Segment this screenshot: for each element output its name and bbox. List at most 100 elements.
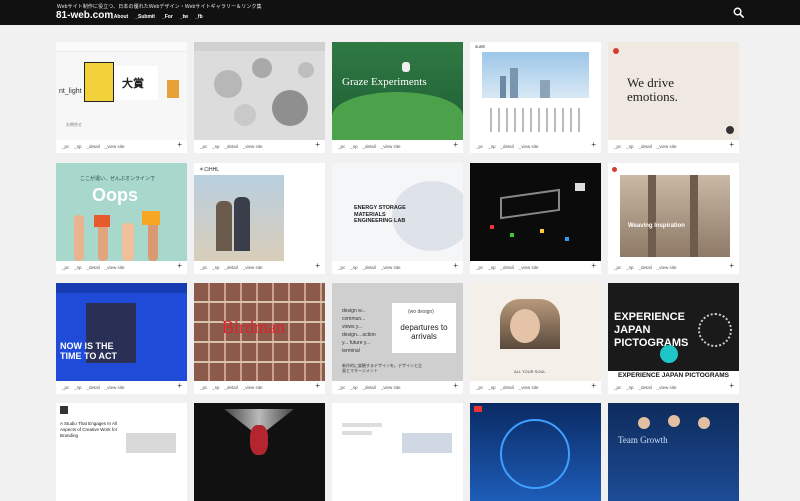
view-site-link[interactable]: _view site <box>657 385 677 390</box>
add-button[interactable]: + <box>177 382 182 390</box>
nav-submit[interactable]: _Submit <box>135 14 155 20</box>
detail-link[interactable]: _detail <box>639 265 652 270</box>
sp-link[interactable]: _sp <box>626 144 633 149</box>
add-button[interactable]: + <box>177 262 182 270</box>
pc-link[interactable]: _pc <box>614 265 621 270</box>
site-card[interactable]: ALL YOUR SOUL _pc _sp _detail _view site… <box>470 283 601 394</box>
sp-link[interactable]: _sp <box>350 265 357 270</box>
pc-link[interactable]: _pc <box>476 265 483 270</box>
view-site-link[interactable]: _view site <box>243 265 263 270</box>
site-card[interactable]: _pc _sp _detail _view site + <box>194 42 325 153</box>
site-card[interactable]: EXPERIENCE JAPAN PICTOGRAMS EXPERIENCE J… <box>608 283 739 394</box>
site-card[interactable]: Birdman _pc _sp _detail _view site + <box>194 283 325 394</box>
detail-link[interactable]: _detail <box>225 385 238 390</box>
site-thumbnail[interactable] <box>470 403 601 501</box>
site-card[interactable]: design w... commun... views y... design.… <box>332 283 463 394</box>
nav-twitter[interactable]: _tw <box>180 14 188 20</box>
detail-link[interactable]: _detail <box>87 144 100 149</box>
detail-link[interactable]: _detail <box>639 144 652 149</box>
view-site-link[interactable]: _view site <box>105 385 125 390</box>
add-button[interactable]: + <box>177 141 182 149</box>
site-card[interactable]: We drive emotions. _pc _sp _detail _view… <box>608 42 739 153</box>
add-button[interactable]: + <box>453 382 458 390</box>
pc-link[interactable]: _pc <box>476 144 483 149</box>
view-site-link[interactable]: _view site <box>657 144 677 149</box>
site-thumbnail[interactable]: Graze Experiments <box>332 42 463 140</box>
detail-link[interactable]: _detail <box>225 144 238 149</box>
site-card[interactable]: nt_light 大賞 お問合せ _pc _sp _detail _view s… <box>56 42 187 153</box>
pc-link[interactable]: _pc <box>62 144 69 149</box>
add-button[interactable]: + <box>591 141 596 149</box>
add-button[interactable]: + <box>729 262 734 270</box>
sp-link[interactable]: _sp <box>74 385 81 390</box>
site-logo[interactable]: 81-web.com <box>56 10 113 21</box>
view-site-link[interactable]: _view site <box>105 144 125 149</box>
sp-link[interactable]: _sp <box>488 385 495 390</box>
add-button[interactable]: + <box>591 262 596 270</box>
view-site-link[interactable]: _view site <box>519 144 539 149</box>
sp-link[interactable]: _sp <box>212 265 219 270</box>
sp-link[interactable]: _sp <box>74 144 81 149</box>
sp-link[interactable]: _sp <box>74 265 81 270</box>
add-button[interactable]: + <box>591 382 596 390</box>
site-card[interactable]: Weaving Inspiration _pc _sp _detail _vie… <box>608 163 739 274</box>
site-thumbnail[interactable]: ここが違い、ぜんぶオンラインで Oops <box>56 163 187 261</box>
site-thumbnail[interactable]: Weaving Inspiration <box>608 163 739 261</box>
site-card[interactable] <box>194 403 325 501</box>
site-card[interactable]: _pc _sp _detail _view site + <box>470 163 601 274</box>
site-card[interactable]: Graze Experiments _pc _sp _detail _view … <box>332 42 463 153</box>
pc-link[interactable]: _pc <box>338 144 345 149</box>
site-card[interactable]: A Studio That Engages In All Aspects of … <box>56 403 187 501</box>
sp-link[interactable]: _sp <box>626 385 633 390</box>
detail-link[interactable]: _detail <box>639 385 652 390</box>
site-thumbnail[interactable] <box>194 42 325 140</box>
site-card[interactable] <box>332 403 463 501</box>
site-thumbnail[interactable] <box>470 163 601 261</box>
pc-link[interactable]: _pc <box>200 385 207 390</box>
add-button[interactable]: + <box>729 141 734 149</box>
site-thumbnail[interactable] <box>194 403 325 501</box>
sp-link[interactable]: _sp <box>488 265 495 270</box>
site-thumbnail[interactable]: Birdman <box>194 283 325 381</box>
sp-link[interactable]: _sp <box>350 144 357 149</box>
add-button[interactable]: + <box>453 141 458 149</box>
nav-about[interactable]: _About <box>111 14 128 20</box>
sp-link[interactable]: _sp <box>212 144 219 149</box>
site-card[interactable]: ＊ロHHL _pc _sp _detail _view site + <box>194 163 325 274</box>
sp-link[interactable]: _sp <box>488 144 495 149</box>
detail-link[interactable]: _detail <box>501 265 514 270</box>
pc-link[interactable]: _pc <box>200 144 207 149</box>
pc-link[interactable]: _pc <box>338 265 345 270</box>
site-thumbnail[interactable]: design w... commun... views y... design.… <box>332 283 463 381</box>
view-site-link[interactable]: _view site <box>243 385 263 390</box>
pc-link[interactable]: _pc <box>614 385 621 390</box>
pc-link[interactable]: _pc <box>62 265 69 270</box>
site-thumbnail[interactable]: NOW IS THE TIME TO ACT <box>56 283 187 381</box>
site-card[interactable]: ENERGY STORAGE MATERIALS ENGINEERING LAB… <box>332 163 463 274</box>
site-thumbnail[interactable]: EXPERIENCE JAPAN PICTOGRAMS EXPERIENCE J… <box>608 283 739 381</box>
sp-link[interactable]: _sp <box>626 265 633 270</box>
add-button[interactable]: + <box>729 382 734 390</box>
sp-link[interactable]: _sp <box>212 385 219 390</box>
site-thumbnail[interactable]: nt_light 大賞 お問合せ <box>56 42 187 140</box>
site-thumbnail[interactable]: ＊ロHHL <box>194 163 325 261</box>
site-thumbnail[interactable]: A Studio That Engages In All Aspects of … <box>56 403 187 501</box>
pc-link[interactable]: _pc <box>200 265 207 270</box>
nav-for[interactable]: _For <box>162 14 173 20</box>
add-button[interactable]: + <box>453 262 458 270</box>
site-thumbnail[interactable]: sun8 <box>470 42 601 140</box>
sp-link[interactable]: _sp <box>350 385 357 390</box>
detail-link[interactable]: _detail <box>363 265 376 270</box>
site-card[interactable]: NOW IS THE TIME TO ACT _pc _sp _detail _… <box>56 283 187 394</box>
site-thumbnail[interactable]: Team Growth <box>608 403 739 501</box>
detail-link[interactable]: _detail <box>363 385 376 390</box>
detail-link[interactable]: _detail <box>501 385 514 390</box>
site-card[interactable]: ここが違い、ぜんぶオンラインで Oops _pc _sp _detail _vi… <box>56 163 187 274</box>
view-site-link[interactable]: _view site <box>519 265 539 270</box>
site-thumbnail[interactable]: ALL YOUR SOUL <box>470 283 601 381</box>
nav-facebook[interactable]: _fb <box>195 14 203 20</box>
detail-link[interactable]: _detail <box>363 144 376 149</box>
view-site-link[interactable]: _view site <box>381 144 401 149</box>
detail-link[interactable]: _detail <box>87 385 100 390</box>
view-site-link[interactable]: _view site <box>105 265 125 270</box>
